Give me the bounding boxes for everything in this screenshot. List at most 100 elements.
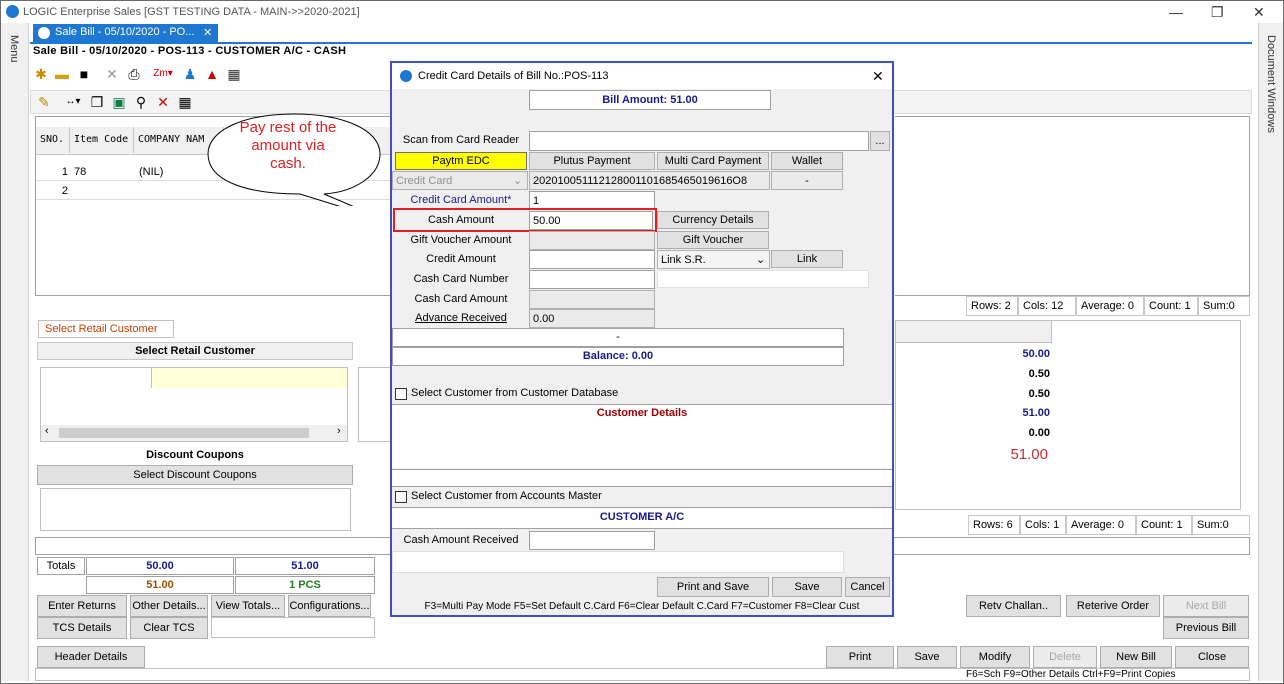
accounts-master-checkbox[interactable]: [395, 491, 407, 503]
minimize-button[interactable]: —: [1169, 4, 1183, 20]
tab-sale-bill[interactable]: Sale Bill - 05/10/2020 - PO... ✕: [33, 24, 218, 42]
dialog-save-button[interactable]: Save: [772, 577, 842, 597]
paytm-edc-button[interactable]: Paytm EDC: [395, 152, 527, 170]
print-and-save-button[interactable]: Print and Save: [657, 577, 769, 597]
previous-bill-button[interactable]: Previous Bill: [1163, 617, 1249, 639]
cash-amount-input[interactable]: 50.00: [529, 211, 653, 230]
dialog-close-icon[interactable]: ✕: [872, 68, 884, 85]
edit-icon[interactable]: ✎: [36, 94, 52, 110]
header-details-button[interactable]: Header Details: [37, 646, 145, 668]
tab-label: Sale Bill - 05/10/2020 - PO...: [55, 26, 195, 38]
scan-browse-button[interactable]: ...: [870, 131, 890, 151]
totals-d: 1 PCS: [235, 576, 375, 594]
totals-c: 51.00: [86, 576, 234, 594]
scan-input[interactable]: [529, 131, 869, 151]
gift-voucher-amount-field: [529, 231, 655, 250]
document-windows-label[interactable]: Document Windows: [1265, 35, 1277, 133]
warning-icon[interactable]: ▲: [204, 66, 220, 82]
open-folder-icon[interactable]: ▬: [54, 66, 70, 82]
link-sr-select[interactable]: Link S.R. ⌄: [657, 250, 770, 269]
wallet-button[interactable]: Wallet: [771, 152, 843, 170]
advance-received-label[interactable]: Advance Received: [394, 309, 528, 327]
grid-icon[interactable]: ▦: [177, 94, 193, 110]
retv-challan-button[interactable]: Retv Challan..: [966, 595, 1061, 617]
print-icon[interactable]: ⎙: [126, 66, 142, 82]
cash-card-amount-label: Cash Card Amount: [414, 293, 508, 305]
currency-details-button[interactable]: Currency Details: [657, 211, 769, 229]
discount-coupons-box[interactable]: [40, 488, 351, 531]
status-count: Count: 1: [1144, 296, 1198, 316]
retail-customer-list[interactable]: ‹ ›: [40, 367, 348, 442]
card-extra-field: -: [771, 171, 843, 190]
discount-coupons-header: Discount Coupons: [146, 449, 244, 461]
close-button[interactable]: Close: [1175, 646, 1249, 668]
new-icon[interactable]: ✱: [33, 66, 49, 82]
menu-strip[interactable]: Menu: [1, 23, 29, 681]
credit-amount-input[interactable]: [529, 250, 655, 269]
calculator-icon[interactable]: ▦: [226, 66, 242, 82]
customer-details-title: Customer Details: [596, 407, 688, 419]
save-disk-icon[interactable]: ■: [76, 66, 92, 82]
tcs-field[interactable]: [211, 617, 375, 638]
scroll-thumb[interactable]: [59, 428, 309, 438]
remove-icon[interactable]: ✕: [155, 94, 171, 110]
cash-card-number-input[interactable]: [529, 270, 655, 289]
dialog-title: Credit Card Details of Bill No.:POS-113: [418, 70, 609, 82]
find-icon[interactable]: ⚲: [133, 94, 149, 110]
menu-label[interactable]: Menu: [8, 35, 20, 63]
second-list[interactable]: [358, 367, 392, 442]
credit-card-select[interactable]: Credit Card ⌄: [392, 171, 528, 190]
multi-card-payment-button[interactable]: Multi Card Payment: [657, 152, 769, 170]
next-bill-button[interactable]: Next Bill: [1163, 595, 1249, 617]
scroll-right-icon[interactable]: ›: [337, 425, 341, 437]
print-button[interactable]: Print: [826, 646, 894, 668]
row-sno: 1: [61, 166, 68, 178]
enter-returns-button[interactable]: Enter Returns: [37, 595, 127, 617]
row-sno: 2: [61, 185, 68, 197]
accounts-master-label[interactable]: Select Customer from Accounts Master: [411, 490, 602, 502]
gift-voucher-button[interactable]: Gift Voucher: [657, 231, 769, 249]
cash-received-line: [392, 551, 844, 573]
zoom-icon[interactable]: Zm▾: [148, 66, 178, 82]
col-item-code[interactable]: Item Code: [70, 127, 134, 153]
customer-db-label[interactable]: Select Customer from Customer Database: [411, 387, 618, 399]
cash-amount-received-input[interactable]: [529, 531, 655, 550]
totals-a: 50.00: [86, 557, 234, 575]
customer-db-checkbox[interactable]: [395, 388, 407, 400]
configurations-button[interactable]: Configurations...: [288, 595, 371, 617]
scrollbar-horizontal[interactable]: ‹ ›: [41, 425, 347, 441]
close-window-button[interactable]: ✕: [1253, 4, 1265, 21]
credit-card-select-label: Credit Card: [396, 175, 453, 187]
excel-icon[interactable]: ▣: [111, 94, 127, 110]
save-button[interactable]: Save: [897, 646, 957, 668]
status-cols: Cols: 1: [1020, 515, 1066, 535]
credit-card-amount-label: Credit Card Amount*: [410, 194, 512, 206]
chevron-down-icon: ⌄: [513, 175, 523, 187]
scroll-left-icon[interactable]: ‹: [45, 425, 49, 437]
document-windows-strip[interactable]: Document Windows: [1258, 23, 1283, 681]
view-totals-button[interactable]: View Totals...: [211, 595, 285, 617]
plutus-payment-button[interactable]: Plutus Payment: [529, 152, 655, 170]
new-bill-button[interactable]: New Bill: [1100, 646, 1172, 668]
col-sno[interactable]: SNO.: [36, 127, 70, 153]
other-details-button[interactable]: Other Details...: [130, 595, 208, 617]
tcs-details-button[interactable]: TCS Details: [37, 617, 127, 639]
restore-button[interactable]: ❐: [1211, 4, 1224, 21]
dialog-cancel-button[interactable]: Cancel: [845, 577, 890, 597]
modify-button[interactable]: Modify: [960, 646, 1030, 668]
delete-button[interactable]: Delete: [1033, 646, 1097, 668]
link-button[interactable]: Link: [771, 250, 843, 268]
retail-customer-tab[interactable]: Select Retail Customer: [38, 320, 174, 338]
clear-tcs-button[interactable]: Clear TCS: [130, 617, 208, 639]
card-number-field[interactable]: 202010051112128001101685465019616O8: [529, 171, 770, 190]
users-icon[interactable]: ♟: [182, 66, 198, 82]
balance-separator: -: [392, 328, 844, 347]
select-discount-coupons-button[interactable]: Select Discount Coupons: [37, 465, 353, 485]
bill-amount: Bill Amount: 51.00: [529, 90, 771, 110]
retrieve-order-button[interactable]: Reterive Order: [1066, 595, 1160, 617]
copy-icon[interactable]: ❐: [89, 94, 105, 110]
resize-columns-icon[interactable]: ↔▾: [61, 94, 85, 110]
tab-close-icon[interactable]: ✕: [203, 26, 212, 39]
delete-x-icon[interactable]: ✕: [104, 66, 120, 82]
retail-search-field[interactable]: [151, 368, 347, 388]
